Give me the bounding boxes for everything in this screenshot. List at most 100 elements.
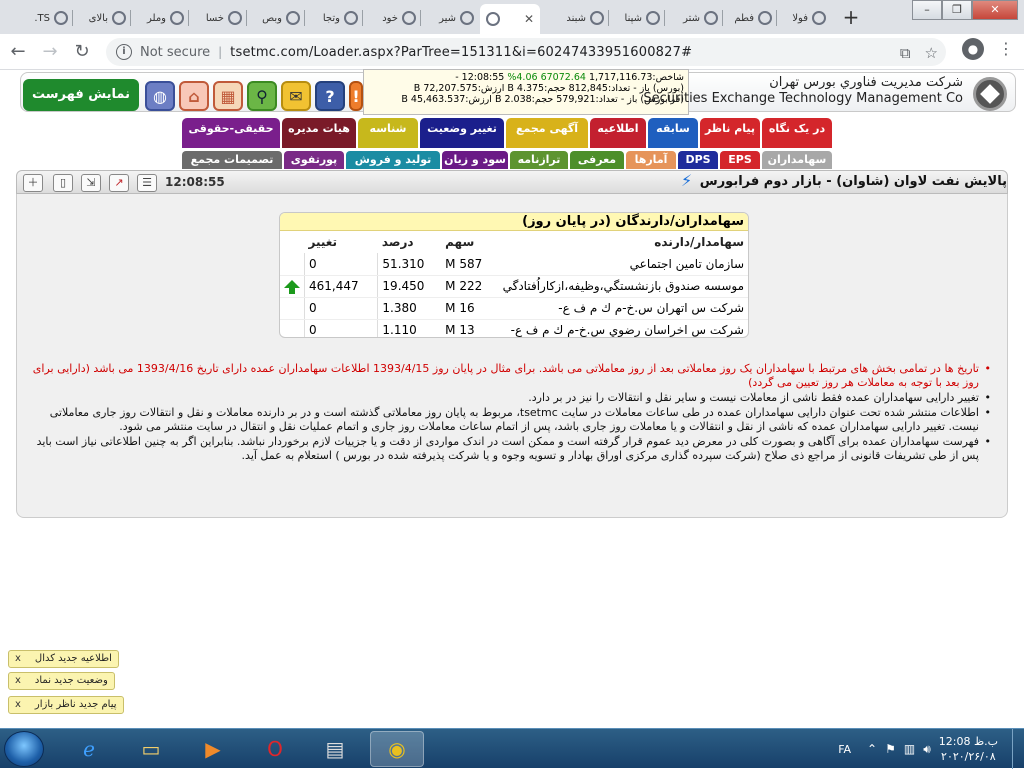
taskbar-clock[interactable]: 12:08 ب.ظ ۲۰۲۰/۲۶/۰۸ (939, 734, 998, 764)
browser-tab[interactable]: شپنا (612, 4, 664, 32)
new-tab-button[interactable]: + (838, 6, 864, 30)
content-panel: سهامداران/دارندگان (در پایان روز) سهامدا… (16, 194, 1008, 518)
notification-label: اطلاعیه جدید کدال (34, 653, 112, 664)
table-row[interactable]: موسسه صندوق بازنشستگي،وظيفه،ازكاراُفتادگ… (280, 275, 748, 298)
nav-at-a-glance[interactable]: در یک نگاه (762, 118, 832, 148)
holder-name[interactable]: شركت س اتهران س.خ-م ك م ف ع- (497, 297, 748, 320)
back-arrow-icon[interactable]: ← (4, 38, 32, 66)
chrome-icon[interactable]: ◉ (370, 731, 424, 767)
tab-favicon-icon (112, 11, 126, 25)
table-row[interactable]: شركت س اتهران س.خ-م ك م ف ع- 16 M 1.380 … (280, 297, 748, 320)
tab-title: وبص (262, 12, 282, 24)
nav-statistics[interactable]: آمارها (626, 151, 676, 169)
flag-icon[interactable]: ⚑ (885, 742, 896, 756)
reload-icon[interactable]: ↻ (68, 38, 96, 66)
network-icon[interactable]: ▥ (904, 742, 915, 756)
nav-introduction[interactable]: معرفی (570, 151, 624, 169)
holder-name[interactable]: شركت س اخراسان رضوي س.خ-م ك م ف ع- (497, 319, 748, 337)
home-icon[interactable]: ⌂ (179, 81, 209, 111)
language-indicator[interactable]: FA (838, 743, 851, 756)
close-window-icon[interactable]: ✕ (972, 0, 1018, 20)
notification-label: وضعیت جدید نماد (34, 675, 108, 686)
add-icon[interactable]: ＋ (23, 174, 43, 192)
document-icon[interactable]: ▯ (53, 174, 73, 192)
nav-balance-sheet[interactable]: ترازنامه (510, 151, 568, 169)
start-button-icon[interactable] (4, 731, 44, 767)
ticker-index-percent: 4.06% (507, 72, 538, 83)
browser-tab[interactable]: خود (366, 4, 420, 32)
browser-tab[interactable]: بالای (76, 4, 130, 32)
forward-arrow-icon[interactable]: → (36, 38, 64, 66)
chat-icon[interactable]: ✉ (281, 81, 311, 111)
holder-name[interactable]: موسسه صندوق بازنشستگي،وظيفه،ازكاراُفتادگ… (497, 275, 748, 298)
browser-toolbar: ← → ↻ i Not secure | tsetmc.com/Loader.a… (0, 34, 1024, 70)
nav-dps[interactable]: DPS (678, 151, 718, 169)
address-bar[interactable]: i Not secure | tsetmc.com/Loader.aspx?Pa… (106, 38, 946, 66)
export-icon[interactable]: ⇲ (81, 174, 101, 192)
browser-tab[interactable]: TS. (16, 4, 72, 32)
close-notification-icon[interactable]: x (15, 673, 21, 689)
browser-tab[interactable]: شیر (424, 4, 478, 32)
nav-profit-loss[interactable]: سود و زیان (442, 151, 508, 169)
nav-shareholders[interactable]: سهامداران (762, 151, 832, 169)
nav-eps[interactable]: EPS (720, 151, 760, 169)
internet-explorer-icon[interactable]: ℯ (62, 731, 116, 767)
star-icon[interactable]: ☆ (925, 44, 938, 62)
clock-date: ۲۰۲۰/۲۶/۰۸ (941, 750, 996, 763)
nav-production-sales[interactable]: تولید و فروش (346, 151, 440, 169)
browser-tab[interactable]: شبند (554, 4, 608, 32)
close-tab-icon[interactable]: ✕ (522, 12, 536, 26)
show-desktop-button[interactable] (1012, 729, 1024, 769)
nav-real-legal[interactable]: حقیقی-حقوقی (182, 118, 280, 148)
search-icon[interactable]: ⚲ (247, 81, 277, 111)
minimize-icon[interactable]: – (912, 0, 942, 20)
table-row[interactable]: سازمان تامين اجتماعي 587 M 51.310 0 (280, 253, 748, 276)
browser-tab[interactable]: خسا (192, 4, 246, 32)
notification-symbol-status[interactable]: وضعیت جدید نماد x (8, 672, 115, 690)
nav-board-of-directors[interactable]: هیات مدیره (282, 118, 356, 148)
browser-tab[interactable]: فطم (726, 4, 776, 32)
volume-icon[interactable]: 🔊︎ (923, 742, 931, 757)
notification-supervisor[interactable]: پیام جدید ناظر بازار x (8, 696, 124, 714)
chart-icon[interactable]: ↗ (109, 174, 129, 192)
browser-tab[interactable]: فولا (780, 4, 830, 32)
nav-status-change[interactable]: تغییر وضعیت (420, 118, 504, 148)
nav-assembly-decisions[interactable]: تصمیمات مجمع (182, 151, 282, 169)
show-list-button[interactable]: نمایش فهرست (23, 79, 139, 111)
browser-tab[interactable]: وتجا (308, 4, 362, 32)
nav-announcement[interactable]: اطلاعیه (590, 118, 646, 148)
col-percent: درصد (381, 235, 414, 249)
nav-portfolio[interactable]: پورتفوی (284, 151, 344, 169)
holder-name[interactable]: سازمان تامين اجتماعي (497, 253, 748, 276)
calendar-app-icon[interactable]: ▤ (308, 731, 362, 767)
info-icon[interactable]: i (116, 44, 132, 60)
alert-icon[interactable]: ! (349, 81, 363, 111)
browser-tab[interactable]: وبص (250, 4, 304, 32)
opera-icon[interactable]: O (248, 731, 302, 767)
list-icon[interactable]: ☰ (137, 174, 157, 192)
notification-codal[interactable]: اطلاعیه جدید کدال x (8, 650, 119, 668)
browser-tab[interactable]: شتر (668, 4, 722, 32)
nav-identifier[interactable]: شناسه (358, 118, 418, 148)
help-icon[interactable]: ? (315, 81, 345, 111)
nav-assembly-notice[interactable]: آگهی مجمع (506, 118, 588, 148)
close-notification-icon[interactable]: x (15, 651, 21, 667)
table-row[interactable]: شركت س اخراسان رضوي س.خ-م ك م ف ع- 13 M … (280, 319, 748, 337)
note-item: تغییر دارایی سهامداران عمده فقط ناشی از … (25, 391, 991, 405)
maximize-icon[interactable]: ❐ (942, 0, 972, 20)
translate-icon[interactable]: ⧉ (900, 44, 911, 62)
browser-tab[interactable]: وملر (134, 4, 188, 32)
browser-tab-active[interactable]: ✕ (480, 4, 540, 34)
holder-change: 0 (304, 297, 379, 320)
url-text[interactable]: tsetmc.com/Loader.aspx?ParTree=151311&i=… (230, 45, 692, 60)
close-notification-icon[interactable]: x (15, 697, 21, 713)
browser-menu-icon[interactable]: ⋮ (998, 38, 1014, 60)
file-explorer-icon[interactable]: ▭ (124, 731, 178, 767)
profile-icon[interactable]: ● (962, 38, 984, 60)
nav-supervisor-message[interactable]: پیام ناظر (700, 118, 760, 148)
chevron-up-icon[interactable]: ⌃ (867, 742, 877, 756)
table-icon[interactable]: ▦ (213, 81, 243, 111)
media-player-icon[interactable]: ▶ (186, 731, 240, 767)
nav-history[interactable]: سابقه (648, 118, 698, 148)
globe-icon[interactable]: ◍ (145, 81, 175, 111)
